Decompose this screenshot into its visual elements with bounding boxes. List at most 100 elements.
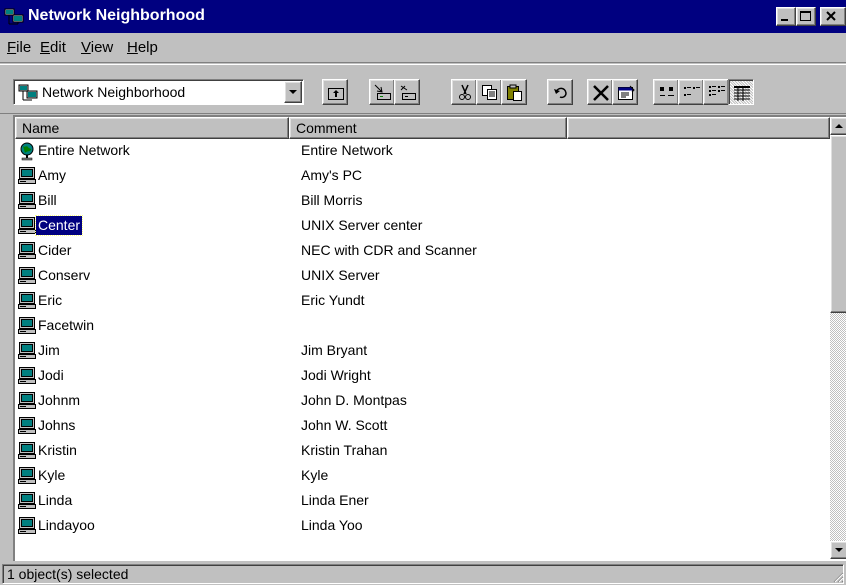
row-comment: John W. Scott (301, 417, 388, 433)
list-rows: Entire Network Entire Network Amy Amy's PC B… (15, 139, 830, 559)
minimize-button[interactable] (776, 7, 796, 26)
scroll-up-button[interactable] (830, 117, 846, 135)
list-row[interactable]: Johnm John D. Montpas (15, 389, 830, 413)
disconnect-network-drive-button[interactable] (394, 79, 420, 105)
computer-icon (17, 191, 37, 211)
menu-view-label: iew (90, 39, 114, 56)
cut-icon (459, 84, 471, 100)
computer-icon (17, 391, 37, 411)
list-icon (709, 86, 725, 96)
close-icon (826, 11, 836, 21)
menu-help-accel: H (127, 39, 138, 56)
row-comment: Bill Morris (301, 192, 363, 208)
menu-file-label: ile (16, 39, 32, 56)
menu-view[interactable]: View (81, 39, 113, 57)
computer-icon (17, 516, 37, 536)
copy-button[interactable] (476, 79, 502, 105)
list-row[interactable]: Lindayoo Linda Yoo (15, 514, 830, 538)
row-comment: UNIX Server center (301, 217, 423, 233)
computer-icon (17, 266, 37, 286)
list-row[interactable]: Amy Amy's PC (15, 164, 830, 188)
close-button[interactable] (820, 7, 846, 26)
row-comment: Eric Yundt (301, 292, 365, 308)
row-name: Facetwin (38, 317, 95, 333)
row-comment: Kyle (301, 467, 329, 483)
menu-file[interactable]: File (7, 39, 31, 57)
row-name: Kristin (38, 442, 77, 458)
list-header: Name Comment (15, 117, 830, 139)
list-row[interactable]: Facetwin (15, 314, 830, 338)
properties-icon (618, 85, 635, 100)
list-button[interactable] (703, 79, 729, 105)
delete-button[interactable] (587, 79, 613, 105)
address-combobox[interactable]: Network Neighborhood (13, 79, 304, 105)
list-row[interactable]: Linda Linda Ener (15, 489, 830, 513)
menu-view-accel: V (81, 39, 91, 56)
row-comment: Jodi Wright (301, 367, 371, 383)
status-text: 1 object(s) selected (2, 564, 844, 584)
resize-grip-icon[interactable] (832, 571, 844, 583)
window-title: Network Neighborhood (28, 7, 205, 24)
undo-button[interactable] (547, 79, 573, 105)
row-name: Cider (38, 242, 72, 258)
small-icons-button[interactable] (678, 79, 704, 105)
copy-icon (482, 85, 497, 100)
computer-icon (17, 441, 37, 461)
list-row[interactable]: Kristin Kristin Trahan (15, 439, 830, 463)
list-row[interactable]: Conserv UNIX Server (15, 264, 830, 288)
list-row[interactable]: Bill Bill Morris (15, 189, 830, 213)
menu-file-accel: F (7, 39, 17, 56)
chevron-down-icon (835, 548, 843, 552)
cut-button[interactable] (451, 79, 477, 105)
chevron-down-icon (289, 90, 297, 94)
list-row[interactable]: Johns John W. Scott (15, 414, 830, 438)
disconnect-network-drive-icon (400, 85, 416, 100)
list-row[interactable]: Eric Eric Yundt (15, 289, 830, 313)
list-row[interactable]: Kyle Kyle (15, 464, 830, 488)
title-bar[interactable]: Network Neighborhood (0, 0, 846, 33)
row-name: Johnm (38, 392, 81, 408)
menu-edit[interactable]: Edit (40, 39, 66, 57)
up-one-level-button[interactable] (322, 79, 348, 105)
large-icons-button[interactable] (653, 79, 679, 105)
map-network-drive-icon (374, 84, 391, 100)
undo-icon (554, 87, 567, 99)
network-neighborhood-icon (18, 84, 38, 104)
delete-icon (593, 85, 609, 101)
large-icons-icon (660, 87, 674, 96)
list-row[interactable]: Center UNIX Server center (15, 214, 830, 238)
properties-button[interactable] (612, 79, 638, 105)
row-comment: Linda Yoo (301, 517, 363, 533)
scroll-down-button[interactable] (830, 541, 846, 559)
computer-icon (17, 291, 37, 311)
details-button[interactable] (728, 79, 754, 105)
row-name: Bill (38, 192, 57, 208)
paste-button[interactable] (501, 79, 527, 105)
computer-icon (17, 216, 37, 236)
list-row[interactable]: Jim Jim Bryant (15, 339, 830, 363)
maximize-button[interactable] (796, 7, 816, 26)
scrollbar-thumb[interactable] (830, 135, 846, 313)
menu-help[interactable]: Help (127, 39, 158, 57)
column-header-comment[interactable]: Comment (289, 117, 567, 139)
list-row[interactable]: Cider NEC with CDR and Scanner (15, 239, 830, 263)
address-value: Network Neighborhood (42, 84, 186, 100)
map-network-drive-button[interactable] (369, 79, 395, 105)
column-header-blank[interactable] (567, 117, 830, 139)
menu-bar: File Edit View Help (0, 33, 846, 63)
row-name: Linda (38, 492, 73, 508)
row-comment: John D. Montpas (301, 392, 407, 408)
chevron-up-icon (835, 124, 843, 128)
file-list-view[interactable]: Name Comment Entire Network Entire Networ… (13, 115, 846, 561)
address-dropdown-button[interactable] (284, 81, 302, 103)
network-neighborhood-icon (4, 8, 24, 26)
list-row[interactable]: Jodi Jodi Wright (15, 364, 830, 388)
computer-icon (17, 466, 37, 486)
paste-icon (507, 84, 522, 101)
vertical-scrollbar[interactable] (830, 117, 846, 559)
list-row[interactable]: Entire Network Entire Network (15, 139, 830, 163)
row-name: Johns (38, 417, 76, 433)
column-header-name[interactable]: Name (15, 117, 289, 139)
row-name: Center (34, 215, 84, 236)
computer-icon (17, 166, 37, 186)
